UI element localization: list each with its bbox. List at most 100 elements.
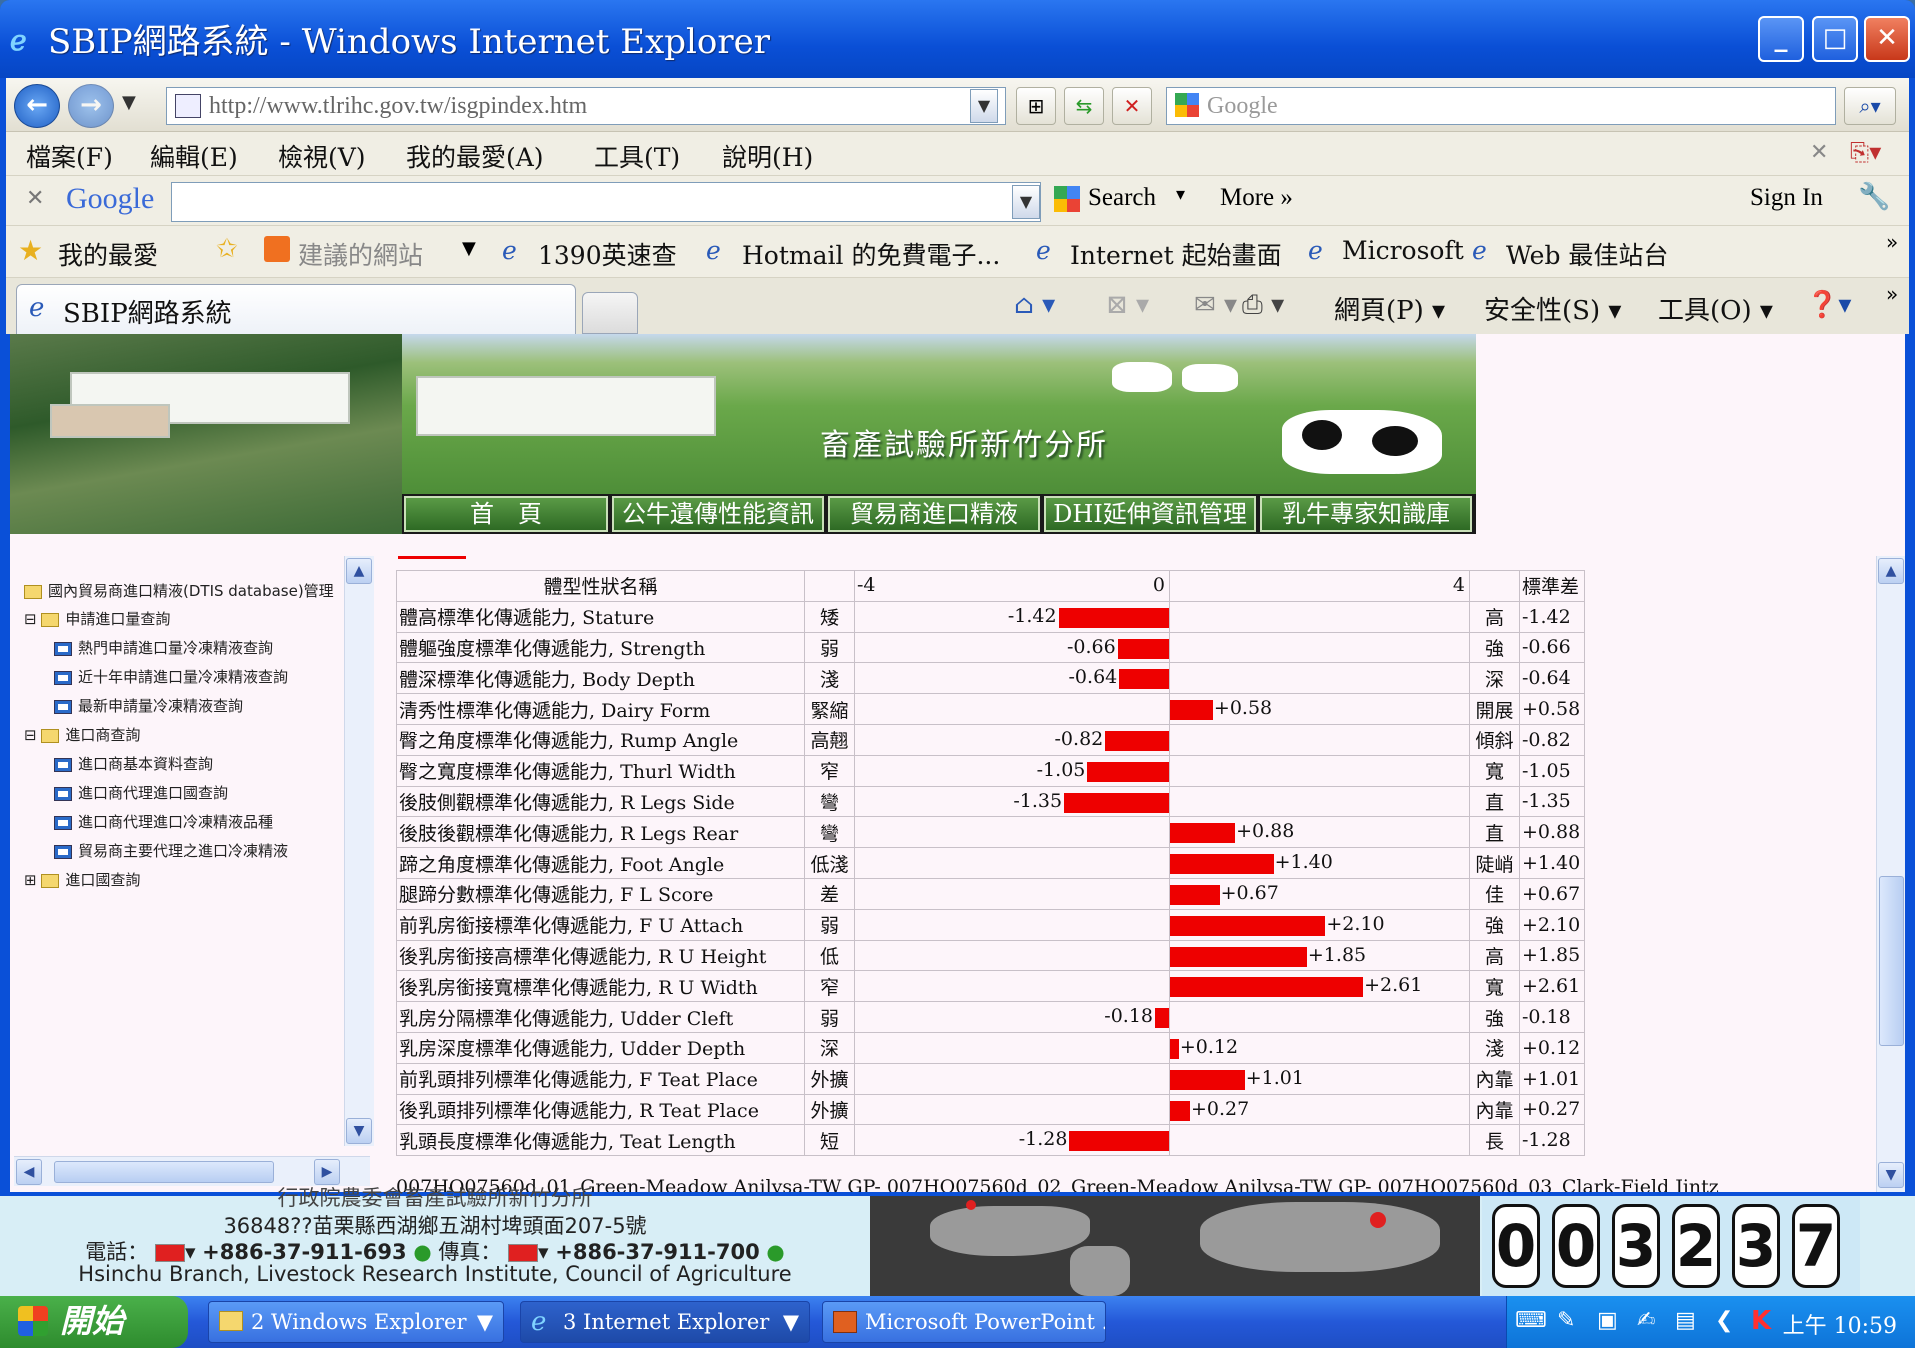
page-menu[interactable]: 網頁(P) ▾ xyxy=(1334,290,1445,327)
task-internet-explorer[interactable]: ℯ 3 Internet Explorer ▼ xyxy=(520,1301,810,1343)
language-icon[interactable]: ✍ xyxy=(1637,1308,1655,1333)
tablet-icon[interactable]: ▣ xyxy=(1597,1308,1618,1333)
tree-doc-item[interactable]: 最新申請量冷凍精液查詢 xyxy=(54,695,243,716)
trait-value: +1.85 xyxy=(1519,939,1585,972)
google-search-input[interactable] xyxy=(171,182,1041,222)
print-icon[interactable]: ⎙ ▾ xyxy=(1242,290,1284,321)
search-go-button[interactable]: ⌕▾ xyxy=(1844,87,1896,125)
expand-tray-icon[interactable]: ❮ xyxy=(1715,1308,1733,1333)
tree-doc-item[interactable]: 近十年申請進口量冷凍精液查詢 xyxy=(54,666,288,687)
tree-doc-item[interactable]: 進口商基本資料查詢 xyxy=(54,753,213,774)
fax-number[interactable]: +886-37-911-700 xyxy=(555,1240,759,1264)
refresh-button[interactable]: ⇆ xyxy=(1064,87,1104,125)
safety-menu[interactable]: 安全性(S) ▾ xyxy=(1484,290,1621,327)
clock[interactable]: 上午 10:59 xyxy=(1783,1308,1897,1340)
tree-folder-item[interactable]: ⊟ 申請進口量查詢 xyxy=(24,608,170,629)
menu-file[interactable]: 檔案(F) xyxy=(26,138,113,174)
tools-menu[interactable]: 工具(O) ▾ xyxy=(1658,290,1773,327)
close-menu-icon[interactable]: ✕ xyxy=(1810,140,1828,165)
ime-icon[interactable]: ▤ xyxy=(1675,1308,1696,1333)
nav-dhi[interactable]: DHI延伸資訊管理 xyxy=(1044,496,1256,532)
stop-button[interactable]: ✕ xyxy=(1112,87,1152,125)
nav-knowledge[interactable]: 乳牛專家知識庫 xyxy=(1260,496,1472,532)
help-icon[interactable]: ❓▾ xyxy=(1806,290,1851,320)
tree-doc-item[interactable]: 熱門申請進口量冷凍精液查詢 xyxy=(54,637,273,658)
menu-help[interactable]: 說明(H) xyxy=(722,138,813,174)
expand-toggle-icon[interactable]: ⊞ xyxy=(24,871,41,889)
keyboard-icon[interactable]: ⌨ xyxy=(1515,1308,1547,1333)
history-dropdown-icon[interactable]: ▼ xyxy=(122,92,136,113)
menu-view[interactable]: 檢視(V) xyxy=(278,138,366,174)
search-dropdown-icon[interactable]: ▾ xyxy=(1176,184,1185,205)
new-tab-button[interactable] xyxy=(582,292,638,334)
fav-hotmail[interactable]: Hotmail 的免費電子... xyxy=(742,236,1000,272)
chevron-more-icon[interactable]: » xyxy=(1886,230,1898,254)
tree-item-label: 熱門申請進口量冷凍精液查詢 xyxy=(78,639,274,657)
wrench-icon[interactable]: 🔧 xyxy=(1858,182,1890,212)
favorites-button[interactable]: 我的最愛 xyxy=(58,236,158,272)
antivirus-icon[interactable]: K xyxy=(1751,1306,1771,1336)
suggested-dropdown-icon[interactable]: ▼ xyxy=(462,238,476,259)
maximize-button[interactable]: □ xyxy=(1812,16,1858,62)
scroll-down-button[interactable]: ▼ xyxy=(346,1118,372,1144)
google-search-dropdown[interactable]: ▼ xyxy=(1012,185,1040,219)
nav-bull-genetics[interactable]: 公牛遺傳性能資訊 xyxy=(612,496,824,532)
tree-root[interactable]: 國內貿易商進口精液(DTIS database)管理 xyxy=(24,580,334,601)
url-input[interactable]: http://www.tlrihc.gov.tw/isgpindex.htm xyxy=(166,87,1006,125)
minimize-button[interactable]: _ xyxy=(1758,16,1804,62)
call-icon[interactable]: ● xyxy=(413,1240,431,1264)
menu-favorites[interactable]: 我的最愛(A) xyxy=(406,138,544,174)
tree-folder-item[interactable]: ⊟ 進口商查詢 xyxy=(24,724,140,745)
content-scrollbar[interactable]: ▲ ▼ xyxy=(1876,556,1905,1192)
tree-folder-item[interactable]: ⊞ 進口國查詢 xyxy=(24,869,140,890)
close-button[interactable]: ✕ xyxy=(1864,16,1910,62)
tree-doc-item[interactable]: 進口商代理進口國查詢 xyxy=(54,782,228,803)
pen-icon[interactable]: ✎ xyxy=(1557,1308,1575,1333)
task-powerpoint[interactable]: Microsoft PowerPoint ... xyxy=(822,1301,1106,1343)
expand-toggle-icon[interactable]: ⊟ xyxy=(24,610,41,628)
forward-button[interactable]: → xyxy=(68,84,114,128)
mail-icon[interactable]: ✉ ▾ xyxy=(1194,290,1237,320)
nav-home[interactable]: 首 頁 xyxy=(404,496,608,532)
fav-web-best[interactable]: Web 最佳站台 xyxy=(1506,236,1668,272)
chevron-more-icon[interactable]: » xyxy=(1886,282,1898,306)
powerpoint-icon xyxy=(833,1311,857,1333)
expand-toggle-icon[interactable]: ⊟ xyxy=(24,726,41,744)
fav-suggested[interactable]: 建議的網站 xyxy=(298,236,423,272)
compatibility-icon[interactable]: ⊞ xyxy=(1016,87,1056,125)
tree-doc-item[interactable]: 貿易商主要代理之進口冷凍精液 xyxy=(54,840,288,861)
home-icon[interactable]: ⌂ ▾ xyxy=(1014,290,1055,320)
fav-microsoft[interactable]: Microsoft xyxy=(1342,236,1464,265)
sign-in-link[interactable]: Sign In xyxy=(1750,184,1823,212)
menu-edit[interactable]: 編輯(E) xyxy=(150,138,238,174)
google-search-button[interactable]: Search xyxy=(1088,184,1156,212)
fav-internet-start[interactable]: Internet 起始畫面 xyxy=(1070,236,1282,272)
add-favorite-icon[interactable]: ✩ xyxy=(216,234,238,264)
nav-imported-semen[interactable]: 貿易商進口精液 xyxy=(828,496,1040,532)
feeds-icon[interactable]: ⊠ ▾ xyxy=(1106,290,1149,320)
title-bar[interactable]: ℯ SBIP網路系統 - Windows Internet Explorer _… xyxy=(0,0,1915,78)
trait-table: 體型性狀名稱 -4 0 4 標準差 體高標準化傳遞能力, Stature 矮 -1.4… xyxy=(396,570,1585,1157)
call-icon[interactable]: ● xyxy=(766,1240,784,1264)
close-toolbar-icon[interactable]: ✕ xyxy=(26,186,44,211)
tab-sbip[interactable]: ℯ SBIP網路系統 xyxy=(16,284,576,334)
translate-icon[interactable]: ⎘▾ xyxy=(1850,138,1881,166)
menu-tools[interactable]: 工具(T) xyxy=(594,138,680,174)
hscroll-thumb[interactable] xyxy=(54,1161,274,1183)
back-button[interactable]: ← xyxy=(14,84,60,128)
scroll-up-button[interactable]: ▲ xyxy=(1878,558,1904,584)
menu-bar: 檔案(F) 編輯(E) 檢視(V) 我的最愛(A) 工具(T) 說明(H) ✕ … xyxy=(6,132,1909,176)
scroll-up-button[interactable]: ▲ xyxy=(346,558,372,584)
phone-number[interactable]: +886-37-911-693 xyxy=(202,1240,406,1264)
search-input[interactable]: Google xyxy=(1166,87,1836,125)
task-windows-explorer[interactable]: 2 Windows Explorer ▼ xyxy=(208,1301,504,1343)
scroll-thumb[interactable] xyxy=(1879,876,1904,1046)
tree-scrollbar[interactable]: ▲ ▼ xyxy=(344,556,374,1146)
more-button[interactable]: More » xyxy=(1220,184,1293,212)
trait-name: 體高標準化傳遞能力, Stature xyxy=(396,600,805,633)
url-dropdown-button[interactable]: ▼ xyxy=(970,89,998,123)
scroll-down-button[interactable]: ▼ xyxy=(1878,1162,1904,1188)
fav-1390[interactable]: 1390英速查 xyxy=(538,236,677,272)
tree-doc-item[interactable]: 進口商代理進口冷凍精液品種 xyxy=(54,811,273,832)
visitor-map[interactable] xyxy=(870,1196,1480,1296)
